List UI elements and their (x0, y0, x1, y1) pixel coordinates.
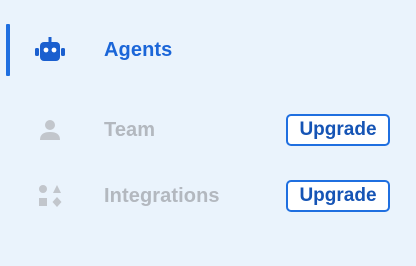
sidebar-item-label: Agents (104, 38, 173, 61)
sidebar-item-agents[interactable]: Agents (0, 20, 416, 80)
upgrade-button[interactable]: Upgrade (286, 114, 390, 146)
sidebar-item-integrations[interactable]: Integrations Upgrade (0, 166, 416, 226)
sidebar-item-label: Team (104, 118, 156, 141)
robot-icon (32, 34, 68, 66)
sidebar-item-label: Integrations (104, 184, 220, 207)
shapes-icon (32, 180, 68, 212)
upgrade-button[interactable]: Upgrade (286, 180, 390, 212)
sidebar-item-team[interactable]: Team Upgrade (0, 100, 416, 160)
sidebar-nav: Agents Team Upgrade Integrations Upgrade (0, 0, 416, 266)
active-indicator (6, 24, 10, 76)
user-icon (32, 114, 68, 146)
